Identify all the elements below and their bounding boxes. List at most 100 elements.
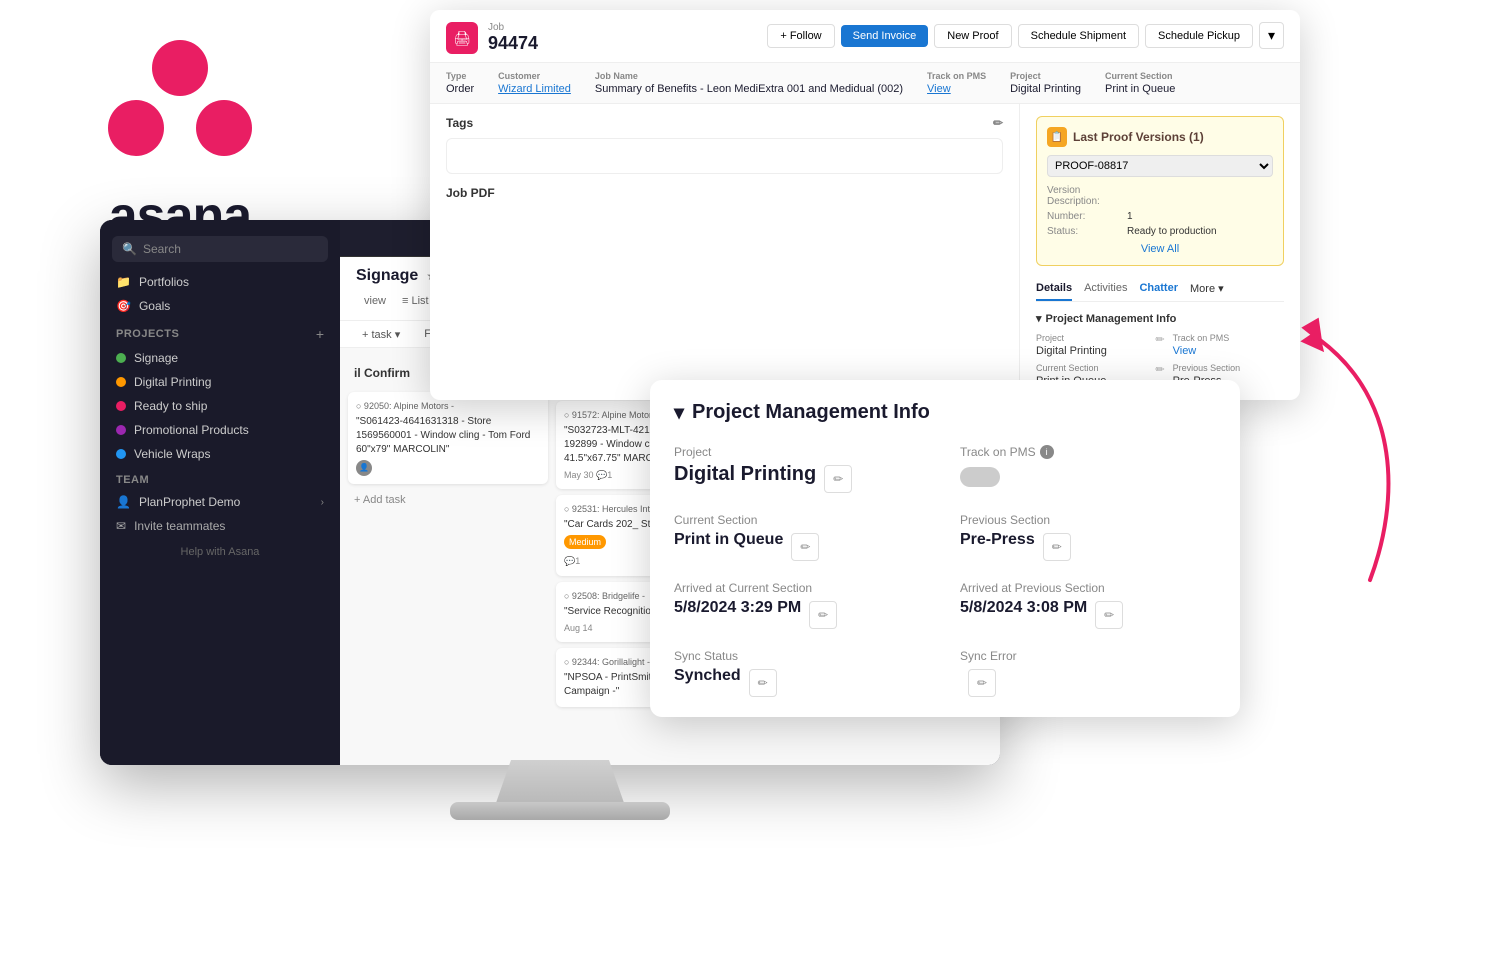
sidebar-item-goals[interactable]: 🎯 Goals bbox=[100, 294, 340, 318]
proof-status-label: Status: bbox=[1047, 226, 1127, 237]
large-current-label: Current Section bbox=[674, 513, 930, 527]
sidebar: 🔍 Search 📁 Portfolios 🎯 Goals Projects + bbox=[100, 220, 340, 765]
signage-dot bbox=[116, 353, 126, 363]
help-label: Help with Asana bbox=[181, 546, 260, 558]
pmi-track-label: Track on PMS bbox=[1173, 333, 1284, 343]
card-tag: Medium bbox=[564, 535, 606, 550]
large-current-row: Print in Queue ✏ bbox=[674, 531, 930, 561]
sidebar-goals-label: Goals bbox=[139, 299, 170, 313]
job-left-panel: Tags ✏ Job PDF bbox=[430, 104, 1020, 394]
tags-edit-icon[interactable]: ✏ bbox=[993, 116, 1003, 130]
large-field-sync-status: Sync Status Synched ✏ bbox=[674, 649, 930, 697]
pmi-project-value: Digital Printing bbox=[1036, 345, 1147, 357]
pmi-field-project: Project Digital Printing bbox=[1036, 333, 1147, 357]
team-section-header: Team bbox=[100, 466, 340, 490]
sidebar-item-signage[interactable]: Signage bbox=[100, 346, 340, 370]
table-row[interactable]: ○ 92050: Alpine Motors - "S061423-464163… bbox=[348, 392, 548, 484]
project-label: Project bbox=[1010, 71, 1081, 81]
large-previous-label: Previous Section bbox=[960, 513, 1216, 527]
sidebar-invite-teammates[interactable]: ✉ Invite teammates bbox=[100, 514, 340, 538]
job-name-value: Summary of Benefits - Leon MediExtra 001… bbox=[595, 83, 903, 95]
large-panel-grid: Project Digital Printing ✏ Track on PMS … bbox=[674, 445, 1216, 697]
card-avatars: 👤 bbox=[356, 460, 540, 476]
schedule-pickup-btn[interactable]: Schedule Pickup bbox=[1145, 24, 1253, 48]
meta-job-name: Job Name Summary of Benefits - Leon Medi… bbox=[595, 71, 903, 95]
large-field-track-pms: Track on PMS i bbox=[960, 445, 1216, 493]
search-icon: 🔍 bbox=[122, 242, 137, 256]
large-arrived-current-row: 5/8/2024 3:29 PM ✏ bbox=[674, 599, 930, 629]
view-all-btn[interactable]: View All bbox=[1047, 243, 1273, 255]
more-tab[interactable]: More ▾ bbox=[1190, 278, 1224, 301]
track-pms-toggle[interactable] bbox=[960, 467, 1000, 487]
large-arrived-current-edit[interactable]: ✏ bbox=[809, 601, 837, 629]
large-panel: ▾ Project Management Info Project Digita… bbox=[650, 380, 1240, 717]
large-sync-value: Synched bbox=[674, 667, 741, 685]
proof-version-select[interactable]: PROOF-08817 bbox=[1047, 155, 1273, 177]
sidebar-item-promotional[interactable]: Promotional Products bbox=[100, 418, 340, 442]
large-track-pms-label: Track on PMS bbox=[960, 445, 1036, 459]
sidebar-item-ready-to-ship[interactable]: Ready to ship bbox=[100, 394, 340, 418]
tab-view[interactable]: view bbox=[356, 292, 394, 312]
sidebar-item-portfolios[interactable]: 📁 Portfolios bbox=[100, 270, 340, 294]
tags-section-title: Tags ✏ bbox=[446, 116, 1003, 130]
job-meta-row: Type Order Customer Wizard Limited Job N… bbox=[430, 63, 1300, 104]
job-number-section: 🖨 Job 94474 bbox=[446, 22, 538, 54]
large-project-row: Digital Printing ✏ bbox=[674, 463, 930, 493]
proof-icon: 📋 bbox=[1047, 127, 1067, 147]
proof-number-label: Number: bbox=[1047, 211, 1127, 222]
detail-tabs: Details Activities Chatter More ▾ bbox=[1036, 278, 1284, 302]
search-label: Search bbox=[143, 242, 181, 256]
project-value: Digital Printing bbox=[1010, 83, 1081, 95]
sidebar-item-digital-printing[interactable]: Digital Printing bbox=[100, 370, 340, 394]
large-project-value: Digital Printing bbox=[674, 463, 816, 486]
schedule-shipment-btn[interactable]: Schedule Shipment bbox=[1018, 24, 1139, 48]
tags-area[interactable] bbox=[446, 138, 1003, 174]
portfolio-icon: 📁 bbox=[116, 275, 131, 289]
proof-number-value: 1 bbox=[1127, 211, 1133, 222]
customer-label: Customer bbox=[498, 71, 571, 81]
type-label: Type bbox=[446, 71, 474, 81]
more-btn[interactable]: ▾ bbox=[1259, 22, 1284, 49]
column-title-confirm: il Confirm bbox=[354, 366, 410, 380]
job-icon: 🖨 bbox=[446, 22, 478, 54]
large-field-project: Project Digital Printing ✏ bbox=[674, 445, 930, 493]
pmi-project-edit[interactable]: ✏ bbox=[1155, 333, 1164, 357]
track-pms-value[interactable]: View bbox=[927, 83, 986, 95]
large-panel-title: ▾ Project Management Info bbox=[674, 400, 1216, 425]
ready-to-ship-label: Ready to ship bbox=[134, 399, 207, 413]
follow-btn[interactable]: + Follow bbox=[767, 24, 834, 48]
card-number: ○ 92050: Alpine Motors - bbox=[356, 400, 540, 413]
large-project-edit[interactable]: ✏ bbox=[824, 465, 852, 493]
pmi-track-value[interactable]: View bbox=[1173, 345, 1284, 357]
chatter-tab[interactable]: Chatter bbox=[1139, 278, 1178, 301]
sidebar-search[interactable]: 🔍 Search bbox=[112, 236, 328, 262]
large-arrived-current-value: 5/8/2024 3:29 PM bbox=[674, 599, 801, 617]
add-task-btn[interactable]: + Add task bbox=[348, 490, 548, 510]
add-project-btn[interactable]: + bbox=[316, 326, 324, 342]
meta-type: Type Order bbox=[446, 71, 474, 95]
large-sync-error-edit[interactable]: ✏ bbox=[968, 669, 996, 697]
details-tab[interactable]: Details bbox=[1036, 278, 1072, 301]
activities-tab[interactable]: Activities bbox=[1084, 278, 1127, 301]
asana-logo-area: asana bbox=[30, 40, 330, 246]
sidebar-help[interactable]: Help with Asana bbox=[100, 542, 340, 562]
pmi-project-label: Project bbox=[1036, 333, 1147, 343]
sidebar-item-vehicle[interactable]: Vehicle Wraps bbox=[100, 442, 340, 466]
job-icon-symbol: 🖨 bbox=[453, 30, 471, 47]
customer-value[interactable]: Wizard Limited bbox=[498, 83, 571, 95]
new-proof-btn[interactable]: New Proof bbox=[934, 24, 1011, 48]
large-arrived-prev-row: 5/8/2024 3:08 PM ✏ bbox=[960, 599, 1216, 629]
tags-label: Tags bbox=[446, 116, 473, 130]
large-sync-edit[interactable]: ✏ bbox=[749, 669, 777, 697]
proof-version-desc: Version Description: bbox=[1047, 185, 1273, 207]
add-task-dropdown[interactable]: + task ▾ bbox=[356, 326, 406, 343]
proof-title: 📋 Last Proof Versions (1) bbox=[1047, 127, 1273, 147]
pmi-header: ▾ Project Management Info bbox=[1036, 312, 1284, 325]
meta-project: Project Digital Printing bbox=[1010, 71, 1081, 95]
large-previous-edit[interactable]: ✏ bbox=[1043, 533, 1071, 561]
card-text: "S061423-4641631318 - Store 1569560001 -… bbox=[356, 415, 540, 457]
sidebar-item-team-member[interactable]: 👤 PlanProphet Demo › bbox=[100, 490, 340, 514]
large-current-edit[interactable]: ✏ bbox=[791, 533, 819, 561]
send-invoice-btn[interactable]: Send Invoice bbox=[841, 25, 929, 47]
large-arrived-prev-edit[interactable]: ✏ bbox=[1095, 601, 1123, 629]
